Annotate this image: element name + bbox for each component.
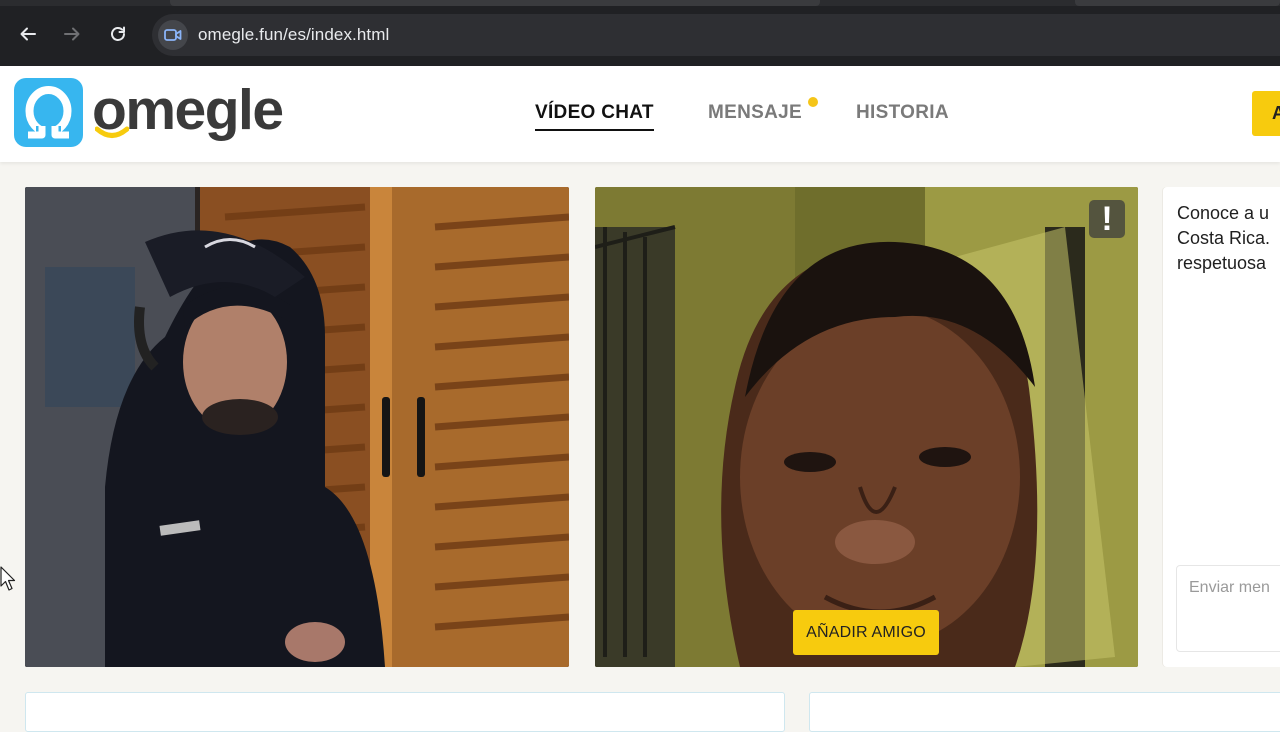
nav-historia[interactable]: HISTORIA bbox=[856, 102, 949, 124]
chat-message-line: Costa Rica. bbox=[1177, 228, 1271, 248]
nav-video-chat[interactable]: VÍDEO CHAT bbox=[535, 102, 654, 131]
browser-toolbar: omegle.fun/es/index.html bbox=[0, 0, 1280, 66]
add-friend-button[interactable]: AÑADIR AMIGO bbox=[793, 610, 939, 655]
info-card bbox=[809, 692, 1280, 732]
back-arrow-icon[interactable] bbox=[14, 20, 42, 48]
header-cta-button[interactable]: A bbox=[1252, 91, 1280, 136]
reload-icon[interactable] bbox=[104, 20, 132, 48]
address-bar[interactable]: omegle.fun/es/index.html bbox=[152, 14, 1280, 56]
header-cta-label: A bbox=[1272, 103, 1280, 123]
url-text[interactable]: omegle.fun/es/index.html bbox=[198, 25, 389, 45]
chat-message-line: Conoce a u bbox=[1177, 203, 1270, 223]
logo-smile-icon bbox=[95, 126, 129, 138]
nav-mensaje[interactable]: MENSAJE bbox=[708, 102, 802, 124]
mouse-cursor-icon bbox=[0, 566, 16, 591]
forward-arrow-icon[interactable] bbox=[58, 20, 86, 48]
stranger-video: ! AÑADIR AMIGO bbox=[595, 187, 1138, 667]
chat-input-placeholder: Enviar men bbox=[1189, 579, 1270, 596]
chat-message-line: respetuosa bbox=[1177, 253, 1267, 273]
tab-strip bbox=[0, 0, 1280, 6]
notification-dot bbox=[808, 97, 818, 107]
browser-tab[interactable] bbox=[170, 0, 820, 6]
chat-panel: Conoce a u Costa Rica. respetuosa Enviar… bbox=[1163, 187, 1280, 667]
chat-message-input[interactable]: Enviar men bbox=[1176, 565, 1280, 652]
info-card bbox=[25, 692, 785, 732]
chat-message: Conoce a u Costa Rica. respetuosa bbox=[1177, 201, 1280, 276]
omegle-logo-icon[interactable] bbox=[14, 78, 83, 147]
video-camera-site-icon[interactable] bbox=[158, 20, 188, 50]
local-video bbox=[25, 187, 569, 667]
report-button[interactable]: ! bbox=[1089, 200, 1125, 238]
browser-tab[interactable] bbox=[1075, 0, 1280, 6]
